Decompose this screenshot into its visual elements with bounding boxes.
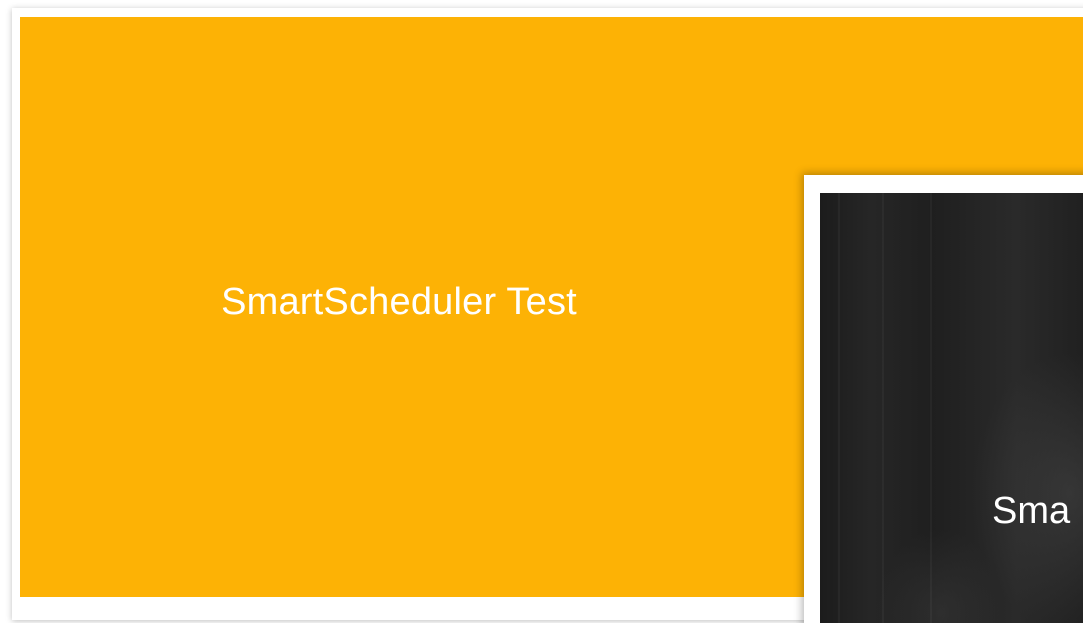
slide-1-title: SmartScheduler Test	[221, 280, 577, 323]
slide-2-title: Sma	[992, 490, 1071, 532]
slide-2-photo-stripe	[882, 193, 884, 623]
slide-preview-stage: SmartScheduler Test Sma	[0, 0, 1083, 623]
slide-2-photo-stripe	[930, 193, 932, 623]
slide-2-dark-photo[interactable]: Sma	[820, 193, 1083, 623]
slide-2-photo-stripe	[838, 193, 840, 623]
slide-2-photo-texture	[820, 193, 1083, 623]
